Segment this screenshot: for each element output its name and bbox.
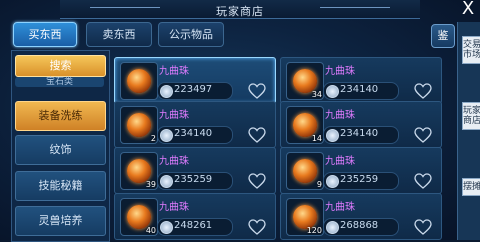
item-slot[interactable]: 34 [286,62,324,100]
item-slot[interactable] [120,62,158,100]
listing-card[interactable]: 九曲珠 223497 [114,57,276,104]
item-name: 九曲珠 [325,66,355,77]
price-bar: 268868 [323,218,399,236]
item-name: 九曲珠 [325,202,355,213]
silver-coin-icon [160,129,173,142]
fire-orb-icon [127,69,151,93]
listing-card[interactable]: 14 九曲珠 234140 [280,101,442,148]
side-tab-market[interactable]: 交易市场 [462,36,480,64]
item-quantity: 39 [145,180,156,189]
silver-coin-icon [326,85,339,98]
menu-item-partial[interactable]: 宝石类 [15,77,104,87]
favorite-heart-icon[interactable] [248,83,266,99]
side-tab-player-shop[interactable]: 玩家商店 [462,102,480,130]
item-slot[interactable]: 14 [286,106,324,144]
favorite-heart-icon[interactable] [414,83,432,99]
item-name: 九曲珠 [325,110,355,121]
window-title: 玩家商店 [216,5,264,18]
tab-public-items[interactable]: 公示物品 [158,22,224,47]
close-button[interactable]: X [456,0,480,20]
item-slot[interactable]: 40 [120,198,158,236]
price-bar: 234140 [157,126,233,144]
item-quantity: 120 [306,226,322,235]
item-name: 九曲珠 [159,66,189,77]
item-price: 248261 [174,220,213,231]
silver-coin-icon [326,129,339,142]
silver-coin-icon [160,85,173,98]
item-quantity: 2 [150,134,156,143]
listing-card[interactable]: 40 九曲珠 248261 [114,193,276,240]
item-slot[interactable]: 2 [120,106,158,144]
item-slot[interactable]: 120 [286,198,324,236]
silver-coin-icon [326,175,339,188]
favorite-heart-icon[interactable] [248,127,266,143]
silver-coin-icon [160,221,173,234]
menu-item-skill-books[interactable]: 技能秘籍 [15,171,106,201]
title-ornament-right [320,7,390,8]
menu-item-emblem[interactable]: 纹饰 [15,135,106,165]
listing-card[interactable]: 34 九曲珠 234140 [280,57,442,104]
silver-coin-icon [326,221,339,234]
listing-card[interactable]: 2 九曲珠 234140 [114,101,276,148]
favorite-heart-icon[interactable] [414,127,432,143]
side-panel: 交易市场 玩家商店 摆摊 [457,22,480,240]
price-bar: 234140 [323,126,399,144]
item-quantity: 9 [316,180,322,189]
item-price: 234140 [174,128,213,139]
item-slot[interactable]: 9 [286,152,324,190]
tab-sell[interactable]: 卖东西 [86,22,152,47]
item-price: 234140 [340,128,379,139]
favorite-heart-icon[interactable] [414,173,432,189]
appraise-button[interactable]: 鉴 [431,24,455,48]
category-menu: 搜索 宝石类 装备洗练 纹饰 技能秘籍 灵兽培养 [11,50,110,242]
item-slot[interactable]: 39 [120,152,158,190]
item-name: 九曲珠 [159,110,189,121]
favorite-heart-icon[interactable] [414,219,432,235]
item-quantity: 40 [145,226,156,235]
item-quantity: 34 [311,90,322,99]
search-button[interactable]: 搜索 [15,55,106,77]
side-tab-stall[interactable]: 摆摊 [462,178,480,196]
listing-card[interactable]: 39 九曲珠 235259 [114,147,276,194]
item-price: 235259 [340,174,379,185]
item-name: 九曲珠 [159,202,189,213]
listing-card[interactable]: 120 九曲珠 268868 [280,193,442,240]
menu-item-equipment-refine[interactable]: 装备洗练 [15,101,106,131]
fire-orb-icon [127,113,151,137]
item-quantity: 14 [311,134,322,143]
favorite-heart-icon[interactable] [248,219,266,235]
listing-card[interactable]: 9 九曲珠 235259 [280,147,442,194]
tab-buy[interactable]: 买东西 [13,22,77,47]
title-bar: 玩家商店 [60,0,420,19]
menu-item-pet-training[interactable]: 灵兽培养 [15,206,106,236]
price-bar: 223497 [157,82,233,100]
item-price: 268868 [340,220,379,231]
price-bar: 234140 [323,82,399,100]
price-bar: 235259 [323,172,399,190]
fire-orb-icon [293,159,317,183]
item-name: 九曲珠 [159,156,189,167]
item-name: 九曲珠 [325,156,355,167]
item-price: 223497 [174,84,213,95]
price-bar: 248261 [157,218,233,236]
item-price: 234140 [340,84,379,95]
item-price: 235259 [174,174,213,185]
price-bar: 235259 [157,172,233,190]
listing-grid: 九曲珠 223497 34 九曲珠 234140 2 九曲珠 234140 14 九曲珠 23414… [114,53,448,240]
favorite-heart-icon[interactable] [248,173,266,189]
title-ornament-left [90,7,160,8]
silver-coin-icon [160,175,173,188]
